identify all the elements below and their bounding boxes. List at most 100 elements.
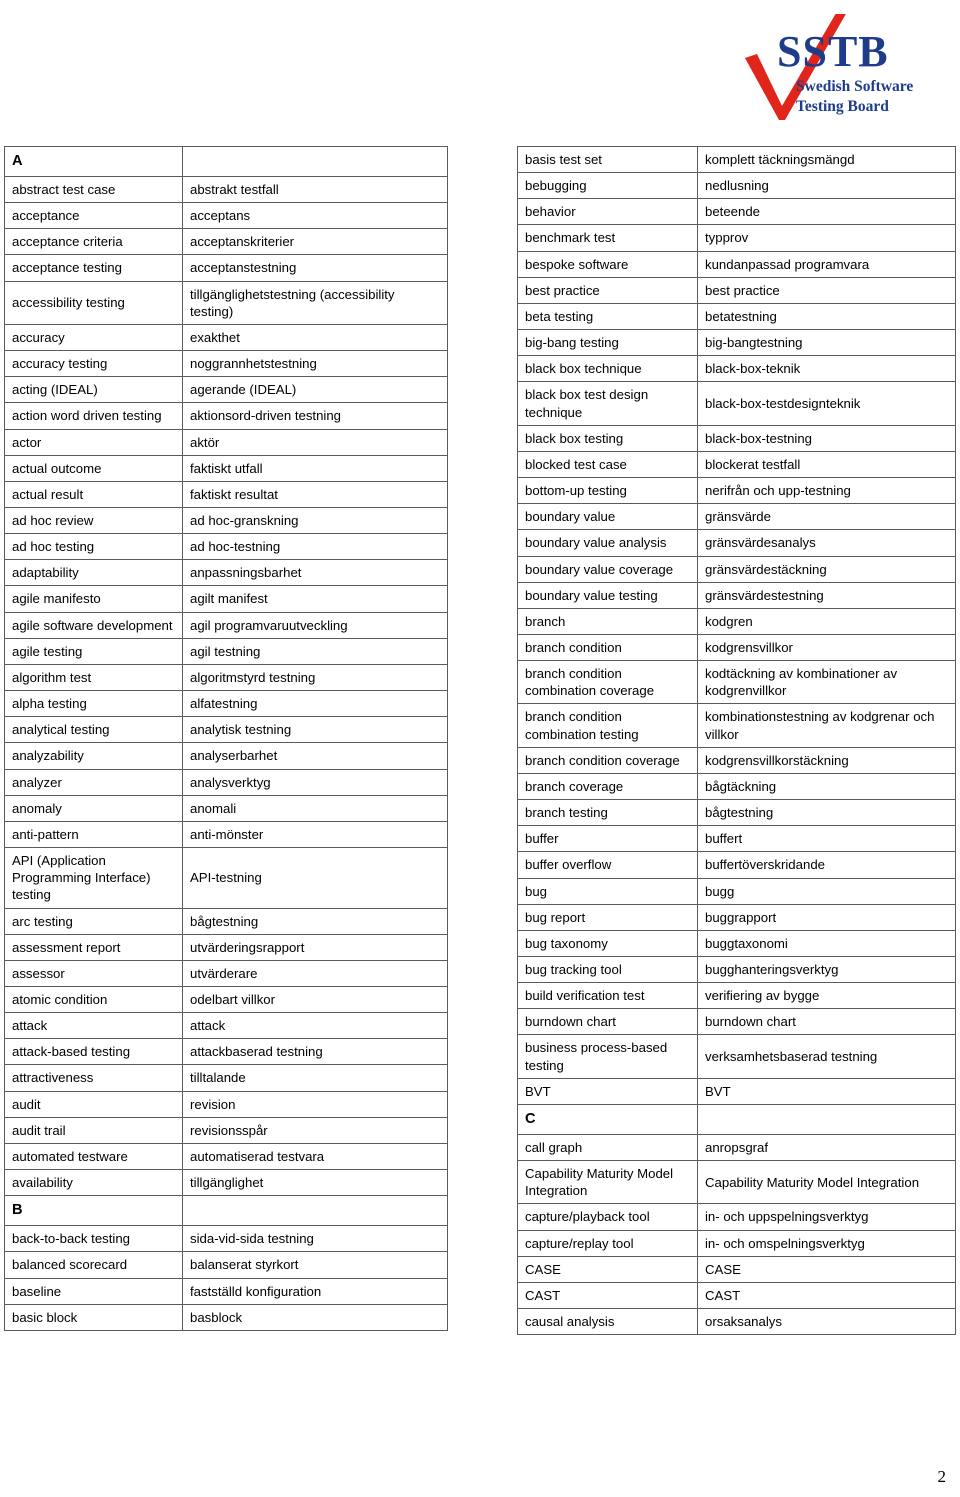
glossary-term: analytical testing [4, 716, 183, 744]
glossary-row: bug tracking tool bugghanteringsverktyg [517, 955, 956, 984]
glossary-term: algorithm test [4, 663, 183, 692]
glossary-translation: attackbaserad testning [182, 1038, 448, 1066]
glossary-row: ad hoc testing ad hoc-testning [4, 533, 448, 561]
glossary-term: branch [517, 607, 698, 635]
glossary-translation: anomali [182, 794, 448, 822]
glossary-row: boundary value coverage gränsvärdestäckni… [517, 555, 956, 583]
glossary-translation [182, 146, 448, 177]
glossary-translation: anropsgraf [697, 1133, 956, 1162]
glossary-translation: abstrakt testfall [182, 175, 448, 204]
glossary-table-right: basis test set komplett täckningsmängd beb… [517, 145, 956, 1336]
glossary-term: basic block [4, 1303, 183, 1331]
letter-heading-row: A [4, 146, 448, 177]
glossary-term: CASE [517, 1255, 698, 1283]
glossary-translation: CASE [697, 1255, 956, 1283]
glossary-row: big-bang testing big-bangtestning [517, 329, 956, 357]
glossary-row: attack-based testing attackbaserad testni… [4, 1038, 448, 1066]
glossary-row: accessibility testing tillgänglighetstest… [4, 280, 448, 325]
glossary-term: accuracy [4, 323, 183, 352]
glossary-term: behavior [517, 198, 698, 226]
glossary-term: attack-based testing [4, 1038, 183, 1066]
glossary-translation: ad hoc-granskning [182, 506, 448, 535]
glossary-row: agile manifesto agilt manifest [4, 585, 448, 613]
glossary-translation: kodgren [697, 607, 956, 635]
glossary-term: acceptance criteria [4, 228, 183, 256]
glossary-translation: utvärderingsrapport [182, 933, 448, 961]
glossary-term: branch coverage [517, 772, 698, 801]
glossary-column-left: Aabstract test case abstrakt testfall acce… [4, 146, 448, 1331]
glossary-row: anomaly anomali [4, 794, 448, 822]
glossary-term: alpha testing [4, 690, 183, 718]
glossary-translation: komplett täckningsmängd [697, 145, 956, 174]
glossary-term: arc testing [4, 907, 183, 935]
glossary-translation: automatiserad testvara [182, 1142, 448, 1171]
glossary-term: boundary value testing [517, 581, 698, 609]
sstb-logo-graphic: SSTB Swedish Software Testing Board [745, 14, 913, 120]
glossary-row: actual outcome faktiskt utfall [4, 454, 448, 482]
glossary-row: branch condition coverage kodgrensvillkor… [517, 746, 956, 774]
glossary-term: assessor [4, 959, 183, 987]
glossary-translation: black-box-testdesignteknik [697, 381, 956, 426]
glossary-term: agile software development [4, 611, 183, 639]
glossary-term: big-bang testing [517, 329, 698, 357]
glossary-term: black box test design technique [517, 381, 698, 426]
glossary-translation: gränsvärdesanalys [697, 529, 956, 557]
glossary-translation: best practice [697, 276, 956, 304]
glossary-row: acting (IDEAL) agerande (IDEAL) [4, 376, 448, 404]
glossary-translation: burndown chart [697, 1008, 956, 1036]
glossary-column-right: basis test set komplett täckningsmängd beb… [517, 145, 956, 1336]
glossary-row: bespoke software kundanpassad programvara [517, 250, 956, 278]
glossary-row: CAST CAST [517, 1281, 956, 1310]
glossary-translation: buffertöverskridande [697, 851, 956, 879]
glossary-translation: BVT [697, 1077, 956, 1105]
glossary-translation: nedlusning [697, 172, 956, 200]
logo-subtitle-line2: Testing Board [796, 98, 889, 115]
glossary-translation: beteende [697, 198, 956, 226]
glossary-term: buffer [517, 825, 698, 853]
glossary-row: beta testing betatestning [517, 302, 956, 331]
glossary-translation: gränsvärdestäckning [697, 555, 956, 583]
glossary-translation: agerande (IDEAL) [182, 376, 448, 404]
glossary-term: causal analysis [517, 1307, 698, 1336]
glossary-term: burndown chart [517, 1008, 698, 1036]
glossary-term: branch condition [517, 633, 698, 662]
glossary-row: audit trail revisionsspår [4, 1116, 448, 1144]
glossary-row: best practice best practice [517, 276, 956, 304]
glossary-row: Capability Maturity Model Integration Cap… [517, 1160, 956, 1205]
glossary-term: best practice [517, 276, 698, 304]
glossary-translation: aktionsord-driven testning [182, 402, 448, 430]
glossary-translation: aktör [182, 428, 448, 456]
glossary-row: adaptability anpassningsbarhet [4, 559, 448, 587]
glossary-term: accessibility testing [4, 280, 183, 325]
glossary-term: CAST [517, 1281, 698, 1310]
glossary-term: bug report [517, 903, 698, 931]
glossary-row: black box testing black-box-testning [517, 424, 956, 452]
glossary-term: blocked test case [517, 450, 698, 479]
glossary-term: availability [4, 1169, 183, 1197]
glossary-row: buffer buffert [517, 825, 956, 853]
logo-acronym: SSTB [777, 27, 889, 76]
glossary-translation: fastställd konfiguration [182, 1277, 448, 1305]
glossary-row: call graph anropsgraf [517, 1133, 956, 1162]
glossary-term: Capability Maturity Model Integration [517, 1160, 698, 1205]
glossary-translation: balanserat styrkort [182, 1251, 448, 1279]
glossary-term: branch condition coverage [517, 746, 698, 774]
glossary-translation: tillgänglighet [182, 1169, 448, 1197]
glossary-translation: basblock [182, 1303, 448, 1331]
glossary-row: action word driven testing aktionsord-dri… [4, 402, 448, 430]
glossary-term: branch condition combination coverage [517, 660, 698, 705]
glossary-row: availability tillgänglighet [4, 1169, 448, 1197]
glossary-translation: bugghanteringsverktyg [697, 955, 956, 984]
glossary-row: agile software development agil programva… [4, 611, 448, 639]
glossary-translation: analysverktyg [182, 768, 448, 796]
glossary-term: bottom-up testing [517, 477, 698, 505]
glossary-row: build verification test verifiering av by… [517, 982, 956, 1010]
glossary-row: attractiveness tilltalande [4, 1064, 448, 1092]
glossary-translation: tillgänglighetstestning (accessibility t… [182, 280, 448, 325]
glossary-row: acceptance acceptans [4, 202, 448, 230]
glossary-term: abstract test case [4, 175, 183, 204]
glossary-row: automated testware automatiserad testvara [4, 1142, 448, 1171]
glossary-term: analyzer [4, 768, 183, 796]
glossary-translation: tilltalande [182, 1064, 448, 1092]
glossary-translation: kombinationstestning av kodgrenar och vi… [697, 703, 956, 748]
